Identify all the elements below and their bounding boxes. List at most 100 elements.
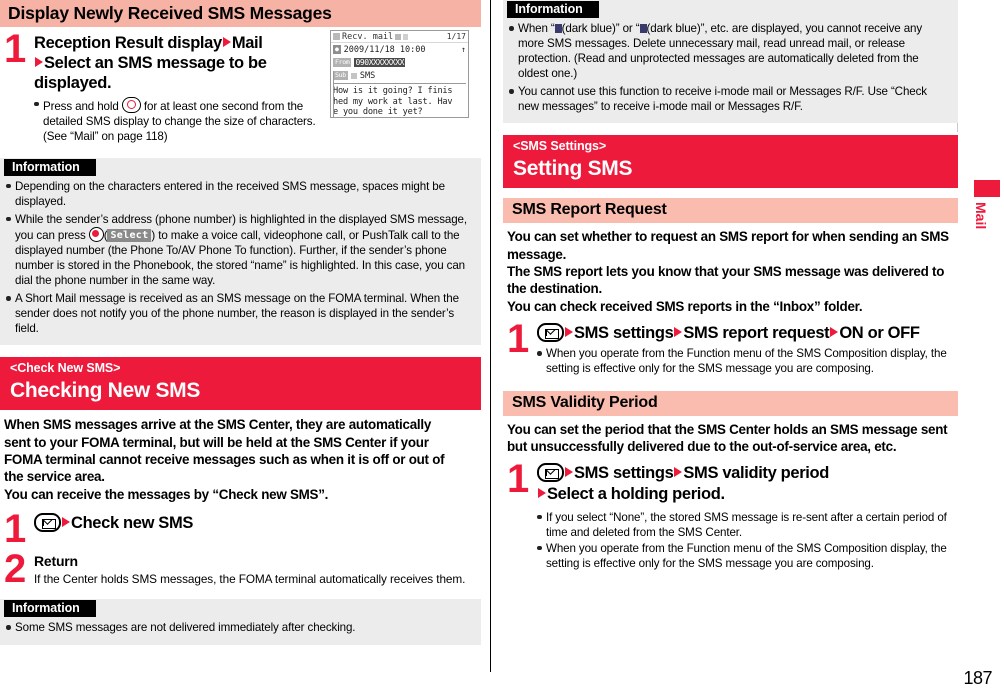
- list-item: When you operate from the Function menu …: [537, 541, 958, 571]
- step-number: 1: [4, 27, 26, 72]
- arrow-marker-icon: [565, 467, 573, 478]
- list-item: Depending on the characters entered in t…: [6, 179, 473, 209]
- center-select-key-icon: [88, 226, 104, 242]
- edge-tab-mail[interactable]: Mail: [973, 180, 1000, 230]
- arrow-marker-icon: [830, 327, 839, 338]
- phone-screenshot-received-sms: Recv. mail 1/17 ● 2009/11/18 10:00 ↑ Fro…: [330, 30, 469, 118]
- right-column: Information When “(dark blue)” or “(dark…: [503, 0, 958, 697]
- phone-screen-date: 2009/11/18 10:00: [343, 44, 426, 55]
- arrow-marker-icon: [35, 57, 43, 68]
- arrow-marker-icon: [565, 327, 573, 338]
- column-divider: [490, 0, 491, 672]
- list-item: When “(dark blue)” or “(dark blue)”, etc…: [509, 21, 950, 81]
- phone-screen-counter: 1/17: [446, 32, 466, 41]
- sms-full-indicator-icon: [639, 24, 647, 33]
- information-box-check-new-sms: Information Some SMS messages are not de…: [0, 599, 481, 645]
- step-heading: SMS settings SMS report request ON or OFF: [537, 323, 958, 343]
- step-number: 1: [4, 507, 26, 552]
- arrow-marker-icon: [538, 487, 546, 498]
- step-part1: SMS settings: [574, 464, 674, 483]
- phone-subject-row: Sub SMS: [331, 69, 468, 82]
- information-heading: Information: [507, 1, 599, 18]
- subject-icon: [350, 72, 357, 79]
- step-sms-report-request: 1 SMS settings SMS report request ON or OF…: [503, 319, 958, 376]
- intro-line: You can set the period that the SMS Cent…: [507, 421, 948, 437]
- intro-line: You can check received SMS reports in th…: [507, 298, 863, 314]
- information-list: When “(dark blue)” or “(dark blue)”, etc…: [503, 21, 958, 114]
- intro-line: the service area.: [4, 469, 105, 485]
- phone-screen-title: Recv. mail: [342, 31, 394, 42]
- step-heading: Return: [34, 553, 78, 570]
- intro-line: The SMS report lets you know that your S…: [507, 264, 945, 280]
- list-item: While the sender’s address (phone number…: [6, 212, 473, 288]
- step-part1: SMS settings: [574, 324, 674, 343]
- body-line: How is it going? I finis: [333, 86, 453, 96]
- arrow-marker-icon: [674, 327, 683, 338]
- step-part2: SMS validity period: [683, 464, 829, 483]
- list-item: If you select “None”, the stored SMS mes…: [537, 510, 958, 540]
- arrow-marker-icon: [222, 37, 231, 48]
- step-number: 2: [4, 547, 26, 592]
- step-heading: Reception Result display Mail Select an S…: [34, 33, 321, 93]
- mail-key-icon: [537, 323, 564, 343]
- step-body-text: If the Center holds SMS messages, the FO…: [34, 572, 466, 587]
- section-banner-checking-new-sms: <Check New SMS> Checking New SMS: [0, 357, 481, 411]
- select-softkey-label: Select: [107, 228, 152, 242]
- section-title-sms-display: Display Newly Received SMS Messages: [0, 0, 481, 28]
- phone-status-bar: Recv. mail 1/17: [331, 31, 468, 43]
- step-head-line3: displayed.: [34, 74, 112, 93]
- left-column: Display Newly Received SMS Messages 1 Re…: [0, 0, 481, 697]
- phone-from-row: From 090XXXXXXXX: [331, 56, 468, 69]
- step-sms-validity-period: 1 SMS settings SMS validity period Select…: [503, 459, 958, 571]
- banner-subtitle: <Check New SMS>: [10, 361, 121, 376]
- banner-title: Setting SMS: [513, 157, 633, 180]
- banner-subtitle: <SMS Settings>: [513, 139, 607, 154]
- step-note-list: If you select “None”, the stored SMS mes…: [537, 510, 958, 571]
- information-heading: Information: [4, 158, 96, 176]
- mail-key-icon: [537, 463, 564, 483]
- step-heading: SMS settings SMS validity period Select a…: [537, 463, 958, 503]
- step-number: 1: [507, 457, 529, 502]
- step-heading: Check new SMS: [34, 513, 481, 533]
- information-box-sms-display: Information Depending on the characters …: [0, 157, 481, 346]
- list-item: Press and hold for at least one second f…: [34, 96, 321, 144]
- note-text-d: (See “Mail” on page 118): [43, 129, 168, 143]
- intro-line: message.: [507, 246, 567, 262]
- divider: [333, 83, 466, 84]
- step-head-line1: Reception Result display: [34, 34, 222, 53]
- arrow-marker-icon: [674, 467, 683, 478]
- clock-icon: ●: [333, 45, 341, 54]
- battery-icon: [403, 33, 409, 40]
- information-list: Depending on the characters entered in t…: [0, 179, 481, 337]
- multi-cursor-key-icon: [121, 96, 141, 113]
- edge-tab-label: Mail: [973, 202, 989, 230]
- divider: [333, 71, 334, 117]
- note-text-b: for at least one second from the: [143, 99, 304, 113]
- intro-line: When SMS messages arrive at the SMS Cent…: [4, 417, 432, 433]
- phone-screen-body: How is it going? I finis hed my work at …: [331, 86, 468, 117]
- phone-screen-subject-value: SMS: [359, 70, 376, 81]
- body-line: e you done it yet?: [333, 107, 423, 117]
- intro-line: You can receive the messages by “Check n…: [4, 486, 329, 502]
- mail-indicator-icon: [395, 33, 402, 40]
- intro-paragraph-checking-new-sms: When SMS messages arrive at the SMS Cent…: [0, 414, 481, 503]
- step-part3: ON or OFF: [839, 324, 920, 343]
- step-number: 1: [507, 317, 529, 362]
- step-note-list: Press and hold for at least one second f…: [34, 96, 321, 144]
- intro-line: You can set whether to request an SMS re…: [507, 229, 949, 245]
- edge-tab-marker: [974, 180, 1000, 197]
- intro-line: sent to your FOMA terminal, but will be …: [4, 434, 429, 450]
- mail-full-indicator-icon: [554, 24, 562, 33]
- body-line: hed my work at last. Hav: [333, 96, 453, 107]
- list-item: When you operate from the Function menu …: [537, 346, 958, 376]
- subsection-heading-sms-validity-period: SMS Validity Period: [503, 390, 958, 416]
- intro-line: the destination.: [507, 281, 602, 297]
- note-text-c: detailed SMS display to change the size …: [43, 114, 316, 128]
- step-return: 2 Return If the Center holds SMS message…: [0, 549, 481, 589]
- step-label: Check new SMS: [71, 514, 193, 533]
- information-heading: Information: [4, 600, 96, 618]
- subsection-heading-sms-report-request: SMS Report Request: [503, 198, 958, 224]
- list-item: You cannot use this function to receive …: [509, 84, 950, 114]
- phone-screen-from-value: 090XXXXXXXX: [354, 58, 406, 67]
- step-head-line2: Select an SMS message to be: [44, 54, 267, 73]
